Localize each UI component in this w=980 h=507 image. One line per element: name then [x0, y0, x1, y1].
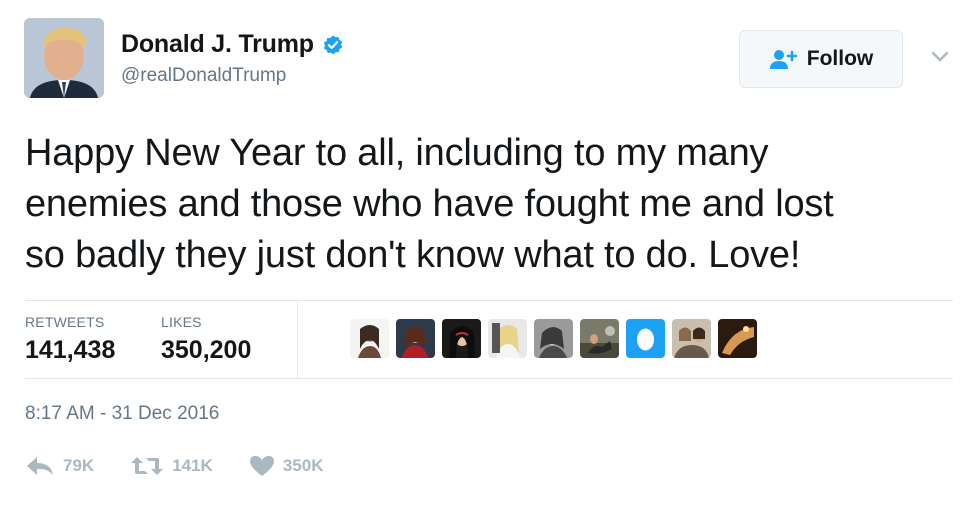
retweets-stat[interactable]: RETWEETS 141,438 — [25, 314, 115, 365]
likes-label: LIKES — [161, 314, 202, 330]
follow-button-label: Follow — [806, 47, 874, 70]
liker-avatar[interactable] — [442, 319, 481, 358]
reply-count: 79K — [63, 456, 95, 475]
likes-stat[interactable]: LIKES 350,200 — [161, 314, 251, 365]
retweets-label: RETWEETS — [25, 314, 105, 330]
author-handle[interactable]: @realDonaldTrump — [121, 65, 344, 87]
tweet-stats: RETWEETS 141,438 LIKES 350,200 — [25, 300, 953, 378]
like-count: 350K — [282, 456, 324, 475]
follow-button[interactable]: Follow — [739, 30, 903, 88]
egg-icon — [626, 319, 665, 358]
liker-avatar-default[interactable] — [626, 319, 665, 358]
retweet-button[interactable]: 141K — [130, 455, 213, 477]
tweet-actions: 79K 141K 350K — [25, 455, 359, 477]
liker-avatar[interactable] — [488, 319, 527, 358]
retweet-icon — [131, 457, 164, 475]
liker-avatar[interactable] — [718, 319, 757, 358]
author-avatar[interactable] — [24, 18, 104, 98]
author-display-name[interactable]: Donald J. Trump — [121, 30, 314, 59]
verified-badge-icon — [323, 34, 343, 54]
reply-button[interactable]: 79K — [25, 455, 94, 477]
retweet-count: 141K — [172, 456, 213, 475]
heart-icon — [249, 456, 274, 476]
author-info: Donald J. Trump @realDonaldTrump — [121, 30, 344, 87]
like-button[interactable]: 350K — [249, 455, 324, 477]
chevron-down-icon[interactable] — [930, 50, 950, 64]
avatar-image — [24, 18, 104, 98]
retweets-value: 141,438 — [25, 336, 116, 364]
tweet-text: Happy New Year to all, including to my m… — [25, 132, 834, 276]
liker-avatar[interactable] — [580, 319, 619, 358]
follow-user-icon — [769, 50, 797, 69]
liker-avatar[interactable] — [534, 319, 573, 358]
tweet-timestamp[interactable]: 8:17 AM - 31 Dec 2016 — [25, 403, 219, 425]
liker-avatar[interactable] — [672, 319, 711, 358]
liker-avatar[interactable] — [396, 319, 435, 358]
reply-icon — [27, 457, 53, 475]
liker-avatar[interactable] — [350, 319, 389, 358]
liker-avatars — [350, 319, 764, 358]
stats-separator — [297, 300, 298, 378]
likes-value: 350,200 — [161, 336, 252, 364]
stats-bottom-divider — [25, 378, 953, 379]
